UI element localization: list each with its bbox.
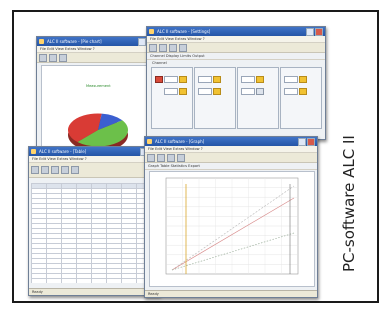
value-field[interactable] bbox=[284, 76, 298, 83]
minimize-icon[interactable] bbox=[298, 138, 306, 146]
close-icon[interactable] bbox=[315, 28, 323, 36]
export-icon[interactable] bbox=[71, 166, 79, 174]
channel-color-swatch[interactable] bbox=[213, 76, 221, 83]
minimize-icon[interactable] bbox=[306, 28, 314, 36]
table-cell bbox=[31, 278, 47, 283]
print-icon[interactable] bbox=[51, 166, 59, 174]
channel-color-swatch[interactable] bbox=[179, 76, 187, 83]
graph-window-titlebar[interactable]: ALC II software - [Graph] bbox=[145, 137, 317, 146]
save-icon[interactable] bbox=[157, 153, 165, 162]
settings-window-titlebar[interactable]: ALC II software - [Settings] bbox=[147, 27, 325, 36]
table-cell bbox=[46, 278, 62, 283]
table-window-statusbar: Ready bbox=[29, 288, 159, 295]
settings-window-menubar[interactable]: File Edit View Extras Window ? bbox=[147, 36, 325, 43]
open-icon[interactable] bbox=[147, 153, 155, 162]
table-cell bbox=[76, 278, 92, 283]
settings-tabs[interactable]: Channel Display Limits Output bbox=[147, 53, 325, 60]
value-field[interactable] bbox=[284, 88, 298, 95]
settings-section-title: Channel bbox=[152, 61, 167, 65]
graph-window-statusbar: Ready bbox=[145, 290, 317, 297]
graph-tabs[interactable]: Graph Table Statistics Export bbox=[145, 163, 317, 170]
graph-window[interactable]: ALC II software - [Graph] File Edit View… bbox=[144, 136, 318, 298]
table-cell bbox=[106, 278, 122, 283]
close-icon[interactable] bbox=[307, 138, 315, 146]
pie-window-titlebar[interactable]: ALC II software - [Pie chart] bbox=[37, 37, 157, 46]
data-table bbox=[31, 183, 152, 283]
app-icon bbox=[39, 39, 44, 44]
copy-icon[interactable] bbox=[61, 166, 69, 174]
minimize-icon[interactable] bbox=[138, 38, 146, 46]
graph-window-toolbar bbox=[145, 153, 317, 163]
channel-color-swatch[interactable] bbox=[213, 88, 221, 95]
zoom-icon[interactable] bbox=[177, 153, 185, 162]
data-table-container[interactable] bbox=[31, 183, 155, 283]
channel-card[interactable] bbox=[237, 67, 279, 129]
pie-window-toolbar bbox=[37, 53, 157, 63]
channel-color-swatch[interactable] bbox=[256, 88, 264, 95]
channel-color-swatch[interactable] bbox=[256, 76, 264, 83]
app-icon bbox=[149, 29, 154, 34]
table-cell bbox=[91, 278, 107, 283]
table-window-menubar[interactable]: File Edit View Extras Window ? bbox=[29, 156, 159, 163]
line-graph bbox=[165, 177, 299, 275]
channel-card[interactable] bbox=[280, 67, 322, 129]
save-icon[interactable] bbox=[159, 43, 167, 52]
settings-window-toolbar bbox=[147, 43, 325, 53]
value-field[interactable] bbox=[164, 76, 178, 83]
settings-icon[interactable] bbox=[179, 43, 187, 52]
open-icon[interactable] bbox=[39, 53, 47, 62]
table-row[interactable] bbox=[31, 278, 152, 283]
channel-color-swatch[interactable] bbox=[179, 88, 187, 95]
table-window[interactable]: ALC II software - [Table] File Edit View… bbox=[28, 146, 160, 296]
image-frame: ALC II software - [Pie chart] File Edit … bbox=[12, 10, 379, 303]
print-icon[interactable] bbox=[169, 43, 177, 52]
channel-card[interactable] bbox=[194, 67, 236, 129]
channel-card[interactable] bbox=[151, 67, 193, 129]
channel-color-swatch[interactable] bbox=[299, 76, 307, 83]
channel-cards bbox=[151, 67, 322, 131]
app-icon bbox=[31, 149, 36, 154]
print-icon[interactable] bbox=[167, 153, 175, 162]
channel-color-swatch[interactable] bbox=[299, 88, 307, 95]
table-cell bbox=[61, 278, 77, 283]
table-window-toolbar bbox=[29, 163, 159, 178]
app-icon bbox=[147, 139, 152, 144]
value-field[interactable] bbox=[241, 76, 255, 83]
line-graph-area bbox=[149, 171, 315, 287]
table-cell bbox=[121, 278, 137, 283]
settings-window[interactable]: ALC II software - [Settings] File Edit V… bbox=[146, 26, 326, 140]
value-field[interactable] bbox=[164, 88, 178, 95]
save-icon[interactable] bbox=[49, 53, 57, 62]
graph-window-menubar[interactable]: File Edit View Extras Window ? bbox=[145, 146, 317, 153]
value-field[interactable] bbox=[198, 88, 212, 95]
table-window-titlebar[interactable]: ALC II software - [Table] bbox=[29, 147, 159, 156]
pie-window-menubar[interactable]: File Edit View Extras Window ? bbox=[37, 46, 157, 53]
print-icon[interactable] bbox=[59, 53, 67, 62]
save-icon[interactable] bbox=[41, 166, 49, 174]
open-icon[interactable] bbox=[149, 43, 157, 52]
caption-text: PC-software ALC II bbox=[340, 135, 358, 272]
value-field[interactable] bbox=[241, 88, 255, 95]
status-indicator bbox=[155, 76, 163, 83]
value-field[interactable] bbox=[198, 76, 212, 83]
open-icon[interactable] bbox=[31, 166, 39, 174]
